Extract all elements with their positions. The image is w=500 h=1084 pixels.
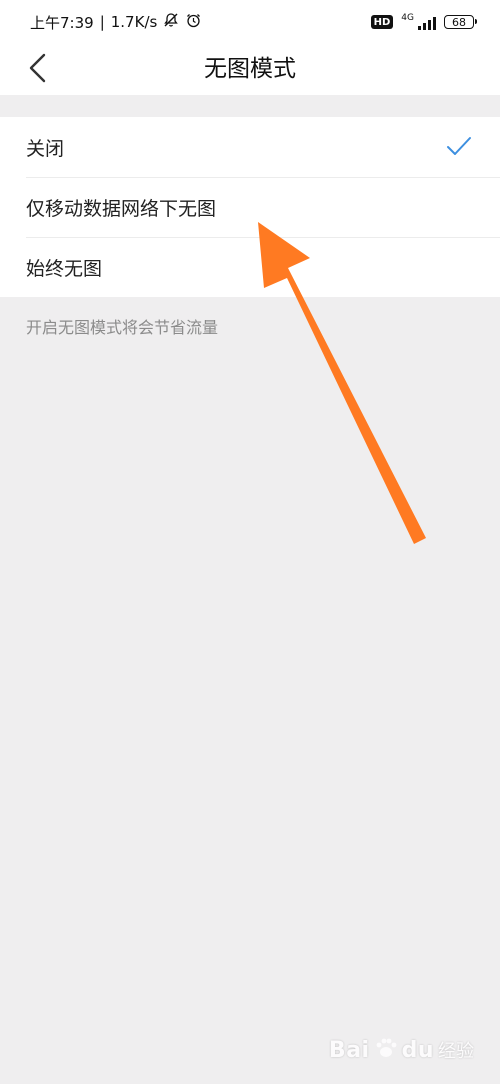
battery-level: 68: [452, 15, 466, 29]
alarm-clock-icon: [185, 12, 202, 33]
status-right: HD 4G 68: [370, 10, 477, 34]
battery-icon: 68: [444, 15, 477, 29]
status-time: 上午7:39: [30, 13, 94, 32]
check-icon: [446, 135, 472, 162]
signal-bar: [428, 20, 431, 30]
watermark-brand-2: du: [401, 1037, 434, 1063]
page-title: 无图模式: [204, 56, 296, 82]
baidu-watermark: Bai du 经验: [329, 1036, 474, 1064]
option-off[interactable]: 关闭: [0, 117, 500, 177]
option-list: 关闭 仅移动数据网络下无图 始终无图: [0, 117, 500, 297]
option-label: 仅移动数据网络下无图: [26, 197, 217, 220]
option-label: 始终无图: [26, 257, 103, 280]
option-always[interactable]: 始终无图: [0, 237, 500, 297]
option-mobile-data-only[interactable]: 仅移动数据网络下无图: [0, 177, 500, 237]
status-speed: 1.7K/s: [110, 13, 158, 31]
watermark-brand: Bai: [328, 1037, 370, 1063]
option-label: 关闭: [26, 137, 65, 160]
bell-off-icon: [163, 12, 179, 32]
top-app-bar: 无图模式: [0, 44, 500, 95]
watermark-suffix: 经验: [438, 1041, 474, 1062]
hint-text: 开启无图模式将会节省流量: [26, 318, 219, 337]
network-type: 4G: [401, 13, 414, 23]
signal-icon: 4G: [401, 14, 436, 30]
hd-badge: HD: [370, 15, 394, 29]
status-separator: |: [99, 13, 105, 31]
status-left: 上午7:39 | 1.7K/s: [30, 10, 202, 34]
status-bar: 上午7:39 | 1.7K/s HD 4G 68: [0, 0, 500, 44]
signal-bar: [418, 26, 421, 30]
signal-bar: [423, 23, 426, 30]
paw-icon: [374, 1036, 398, 1064]
signal-bar: [433, 17, 436, 30]
